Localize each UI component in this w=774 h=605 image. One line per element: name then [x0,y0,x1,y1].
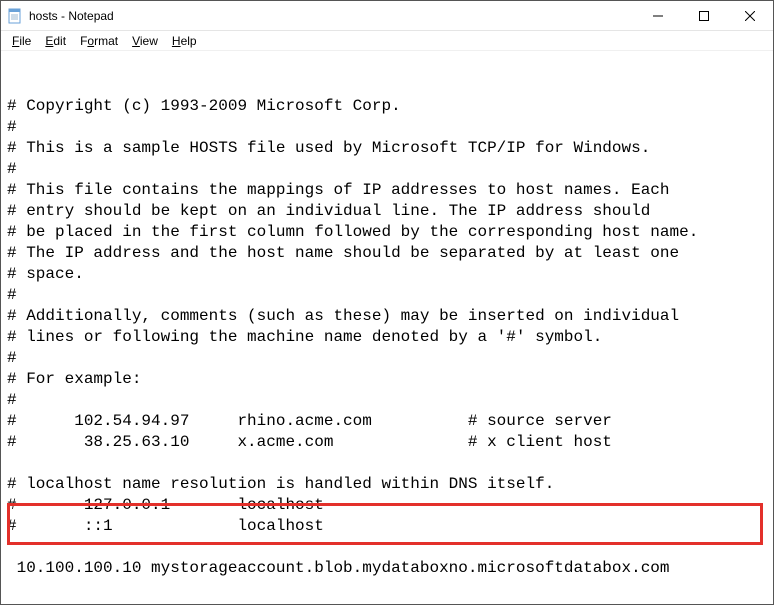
editor-line: # space. [7,264,767,285]
editor-line: # localhost name resolution is handled w… [7,474,767,495]
title-left: hosts - Notepad [1,8,635,24]
notepad-icon [7,8,23,24]
minimize-button[interactable] [635,1,681,30]
maximize-button[interactable] [681,1,727,30]
editor-line: # [7,390,767,411]
editor-line: # 127.0.0.1 localhost [7,495,767,516]
editor-area[interactable]: # Copyright (c) 1993-2009 Microsoft Corp… [1,51,773,604]
editor-line [7,537,767,558]
editor-line: # 38.25.63.10 x.acme.com # x client host [7,432,767,453]
menu-file[interactable]: File [5,33,38,49]
editor-line: # entry should be kept on an individual … [7,201,767,222]
editor-line: # be placed in the first column followed… [7,222,767,243]
titlebar: hosts - Notepad [1,1,773,31]
editor-line: # [7,348,767,369]
editor-line: # For example: [7,369,767,390]
editor-line: # The IP address and the host name shoul… [7,243,767,264]
editor-line: # 102.54.94.97 rhino.acme.com # source s… [7,411,767,432]
editor-line: # Additionally, comments (such as these)… [7,306,767,327]
window-title: hosts - Notepad [29,9,114,23]
editor-line: # [7,285,767,306]
close-button[interactable] [727,1,773,30]
menubar: File Edit Format View Help [1,31,773,51]
menu-edit[interactable]: Edit [38,33,73,49]
editor-line: # This file contains the mappings of IP … [7,180,767,201]
editor-line [7,453,767,474]
editor-line: # [7,117,767,138]
editor-line: # [7,159,767,180]
editor-line: 10.100.100.10 mystorageaccount.blob.myda… [7,558,767,579]
menu-format[interactable]: Format [73,33,125,49]
window-controls [635,1,773,30]
menu-help[interactable]: Help [165,33,204,49]
editor-line [7,579,767,600]
menu-view[interactable]: View [125,33,165,49]
editor-line: # Copyright (c) 1993-2009 Microsoft Corp… [7,96,767,117]
editor-line: # This is a sample HOSTS file used by Mi… [7,138,767,159]
editor-line: # lines or following the machine name de… [7,327,767,348]
editor-line: # ::1 localhost [7,516,767,537]
